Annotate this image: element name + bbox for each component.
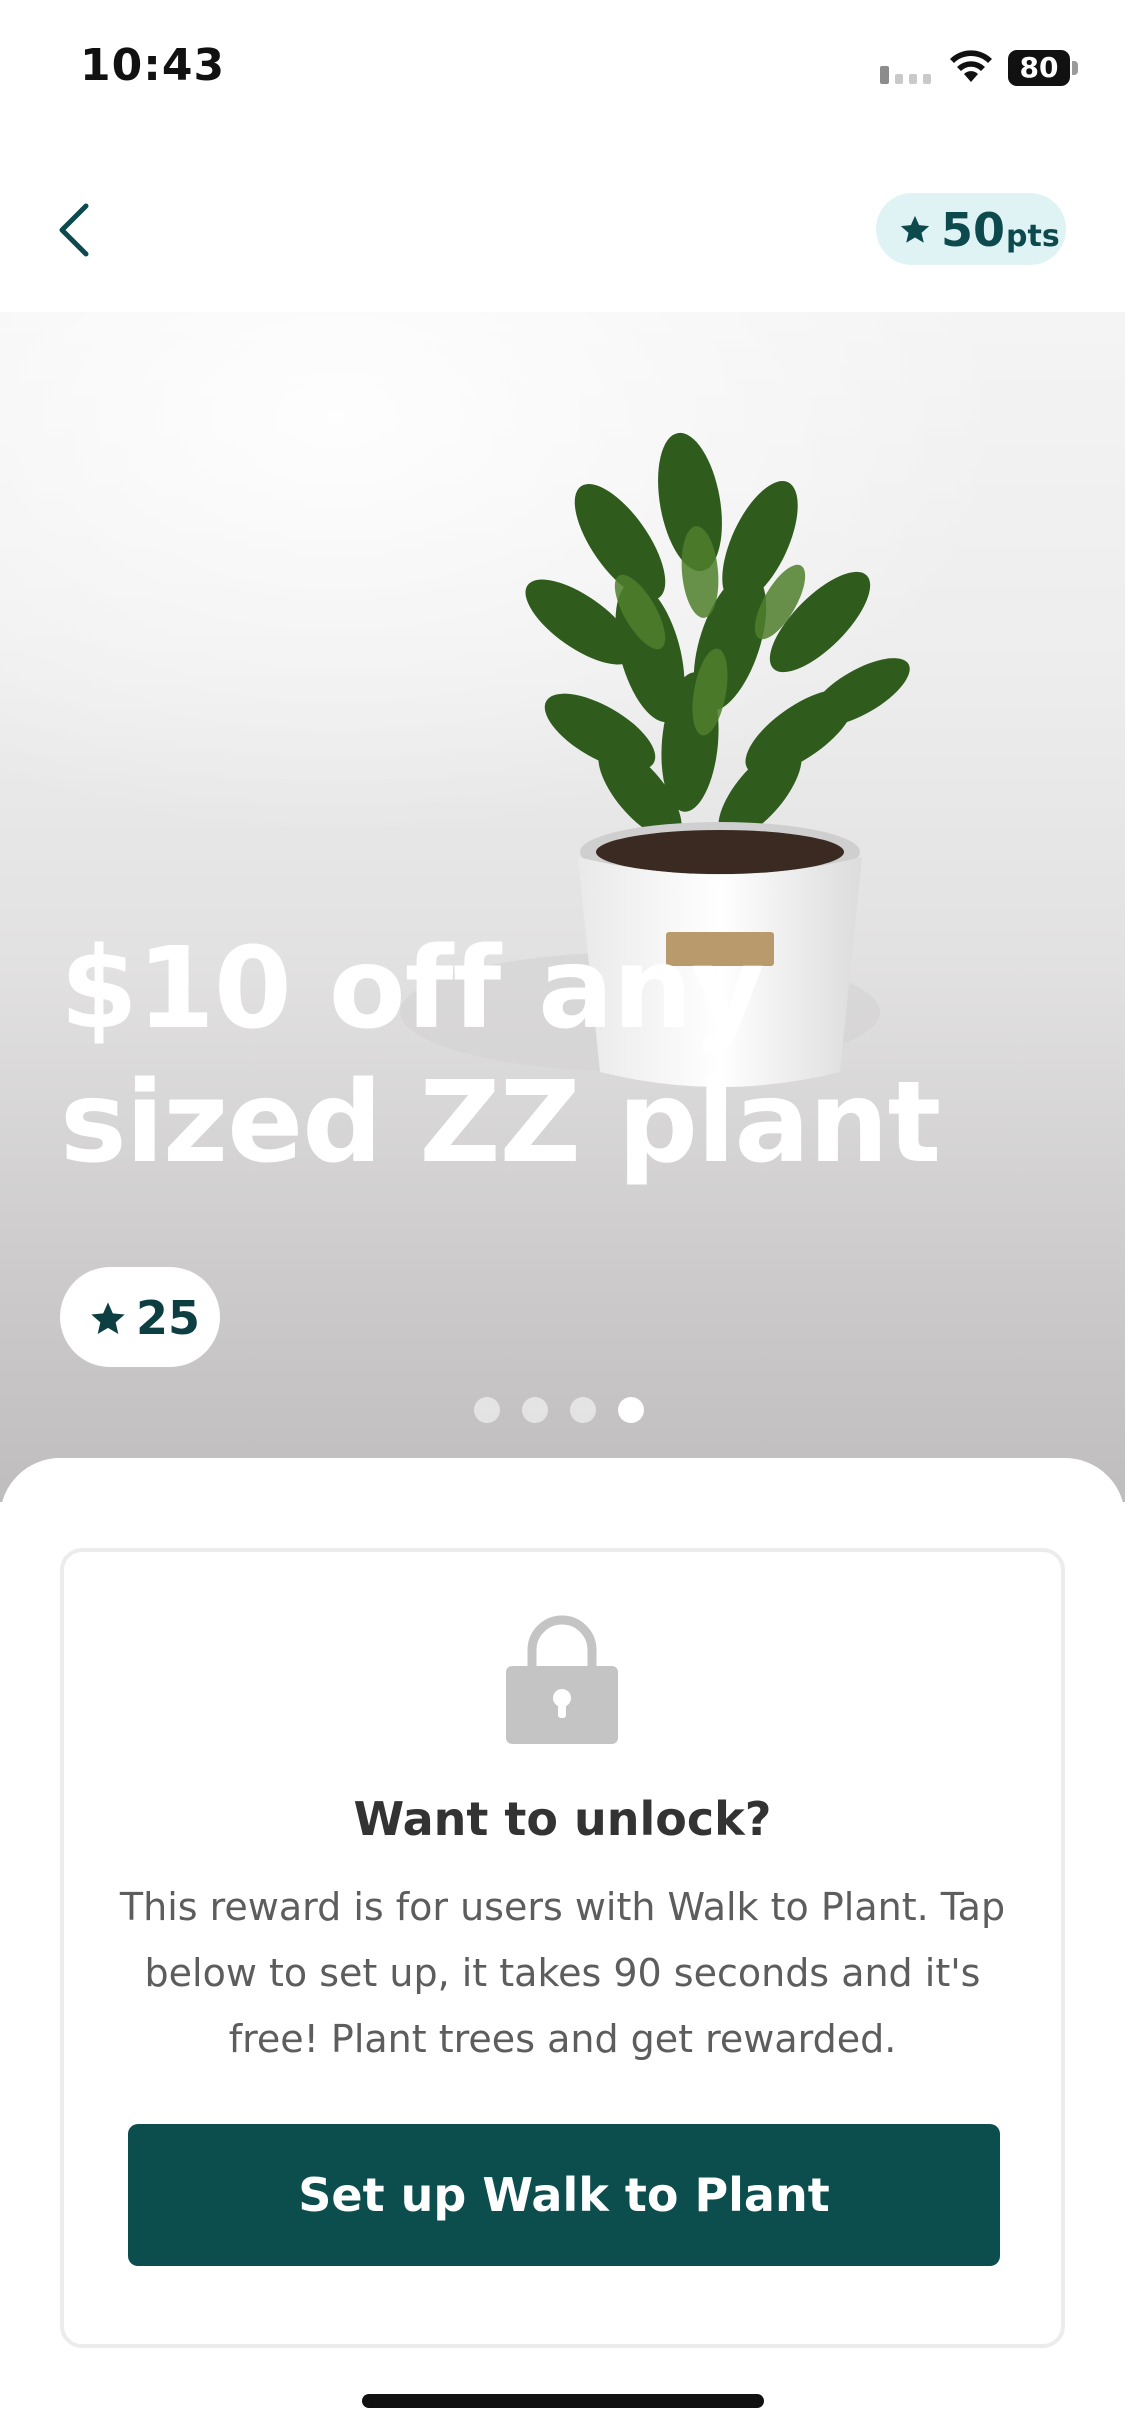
- home-indicator[interactable]: [362, 2394, 764, 2408]
- carousel-dot-4[interactable]: [618, 1397, 644, 1423]
- reward-cost-badge: 25: [60, 1267, 220, 1367]
- back-button[interactable]: [40, 190, 110, 270]
- battery-icon: 80: [1008, 50, 1078, 86]
- reward-hero[interactable]: $10 off any sized ZZ plant 25: [0, 312, 1125, 1502]
- carousel-dot-3[interactable]: [570, 1397, 596, 1423]
- star-icon: [91, 1302, 125, 1334]
- reward-title: $10 off any sized ZZ plant: [60, 924, 941, 1188]
- unlock-heading: Want to unlock?: [353, 1792, 772, 1846]
- battery-level: 80: [1019, 51, 1059, 84]
- reward-cost-value: 25: [136, 1291, 201, 1345]
- points-value: 50: [941, 203, 1006, 257]
- reward-detail-screen: 10:43 80 50 pts $10 off any sized ZZ pla…: [0, 0, 1125, 2436]
- unlock-description: This reward is for users with Walk to Pl…: [119, 1885, 1006, 2061]
- carousel-dot-1[interactable]: [474, 1397, 500, 1423]
- points-unit: pts: [1006, 219, 1060, 254]
- lock-icon: [506, 1615, 618, 1744]
- signal-icon: [880, 66, 931, 84]
- unlock-sheet: Want to unlock? This reward is for users…: [0, 1458, 1125, 2436]
- unlock-card: Want to unlock? This reward is for users…: [60, 1548, 1065, 2348]
- battery-cap: [1072, 61, 1078, 75]
- carousel-dots: [474, 1397, 654, 1427]
- wifi-icon: [950, 50, 992, 82]
- carousel-dot-2[interactable]: [522, 1397, 548, 1423]
- status-bar: 10:43 80: [0, 0, 1125, 135]
- setup-walk-to-plant-button[interactable]: Set up Walk to Plant: [128, 2124, 1000, 2266]
- chevron-left-icon: [59, 203, 89, 257]
- star-icon: [900, 215, 930, 243]
- points-balance-pill[interactable]: 50 pts: [876, 193, 1066, 265]
- status-time: 10:43: [80, 40, 226, 91]
- setup-button-label: Set up Walk to Plant: [298, 2168, 830, 2222]
